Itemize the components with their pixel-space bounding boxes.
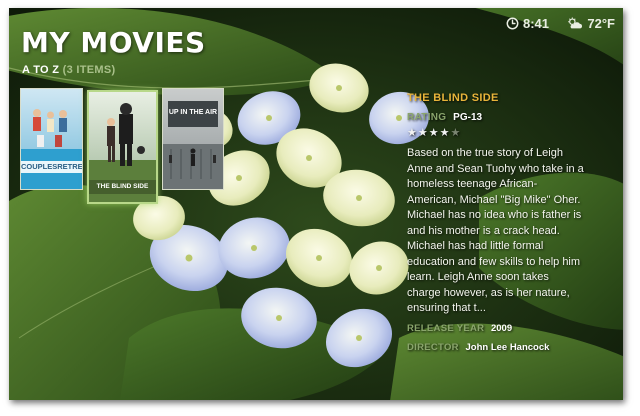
movie-poster-couples-retreat[interactable]: COUPLESRETREAT xyxy=(20,88,83,190)
partly-sunny-icon xyxy=(568,17,583,29)
star-icon: ★ xyxy=(407,127,418,139)
movie-poster-the-blind-side[interactable]: THE BLIND SIDE xyxy=(87,90,158,204)
star-icon: ★ xyxy=(417,127,429,139)
rating-label: RATING xyxy=(407,112,447,123)
sort-label: A TO Z xyxy=(22,64,60,76)
weather-status: 72°F xyxy=(567,16,615,31)
movie-description: Based on the true story of Leigh Anne an… xyxy=(407,147,584,314)
director-value: John Lee Hancock xyxy=(465,341,550,353)
poster-title-line1: COUPLES xyxy=(21,162,58,171)
movie-details-panel: THE BLIND SIDE RATING PG-13 ★★★★★ Based … xyxy=(407,92,585,353)
poster-title-line2: RETREAT xyxy=(57,162,83,171)
clock-time: 8:41 xyxy=(522,16,549,31)
poster-title: THE BLIND SIDE xyxy=(96,183,149,190)
rating-value: PG-13 xyxy=(453,112,483,123)
up-in-the-air-poster-art xyxy=(163,89,223,189)
director-row: DIRECTOR John Lee Hancock xyxy=(407,342,585,353)
release-year-label: RELEASE YEAR xyxy=(407,322,485,334)
rating-row: RATING PG-13 xyxy=(407,112,585,123)
clock-icon xyxy=(506,17,519,30)
star-icon: ★ xyxy=(428,127,440,139)
clock-status: 8:41 xyxy=(506,16,549,31)
star-empty-icon: ★ xyxy=(450,127,462,139)
poster-title: UP IN THE AIR xyxy=(168,109,218,116)
star-rating: ★★★★★ xyxy=(407,126,585,139)
movie-title: THE BLIND SIDE xyxy=(407,92,499,104)
star-icon: ★ xyxy=(439,127,451,139)
temperature: 72°F xyxy=(587,16,615,31)
movie-poster-up-in-the-air[interactable]: UP IN THE AIR xyxy=(162,88,224,190)
couples-retreat-poster-art xyxy=(21,89,82,189)
page-title: MY MOVIES xyxy=(21,26,206,59)
sort-indicator[interactable]: A TO Z (3 ITEMS) xyxy=(22,64,115,76)
media-center-window: MY MOVIES A TO Z (3 ITEMS) 8:41 72°F COU… xyxy=(9,8,623,400)
release-year-value: 2009 xyxy=(490,322,513,334)
item-count: (3 ITEMS) xyxy=(62,64,116,76)
release-year-row: RELEASE YEAR 2009 xyxy=(407,323,585,334)
director-label: DIRECTOR xyxy=(407,341,459,353)
